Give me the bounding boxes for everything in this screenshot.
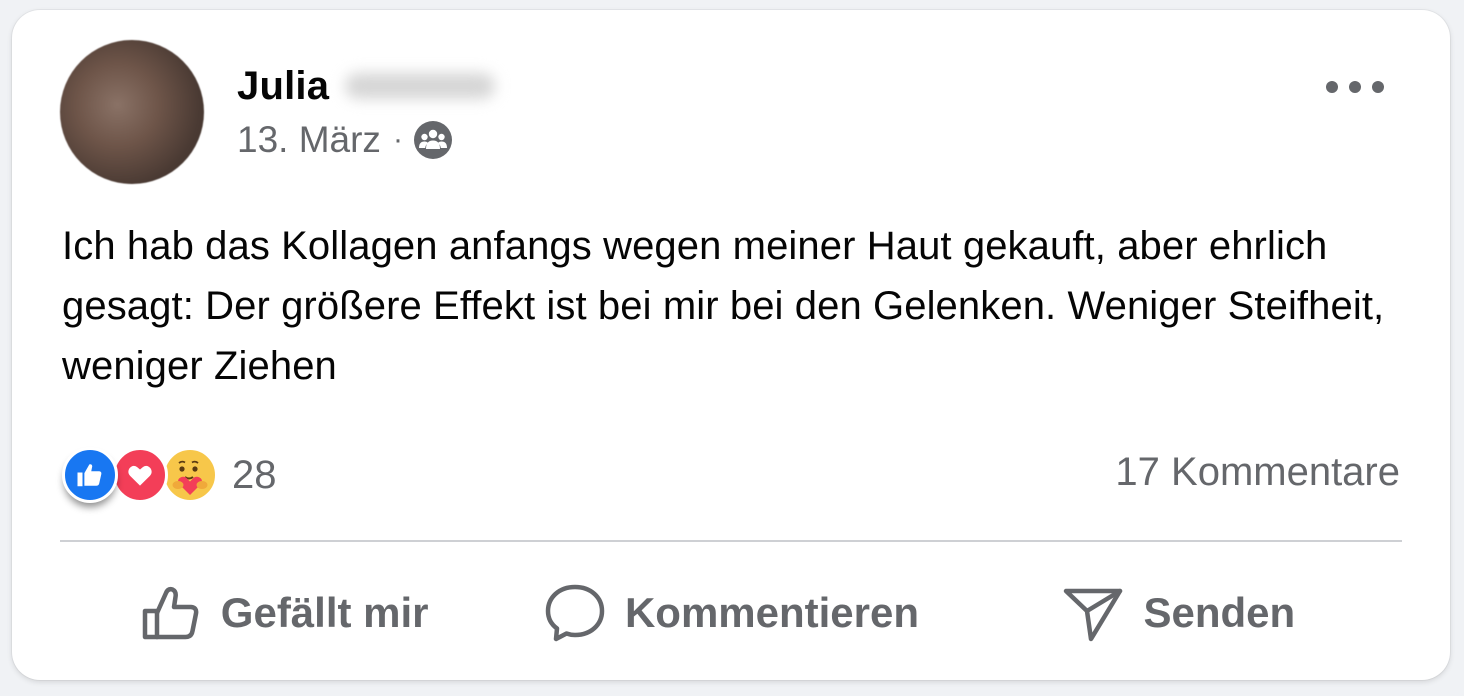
comment-bubble-icon xyxy=(545,584,605,642)
like-button[interactable]: Gefällt mir xyxy=(60,550,507,676)
post-text: Ich hab das Kollagen anfangs wegen meine… xyxy=(62,224,1385,388)
send-button[interactable]: Senden xyxy=(955,550,1402,676)
post-meta: 13. März · xyxy=(237,118,453,162)
author-avatar[interactable] xyxy=(60,40,204,184)
love-reaction-icon xyxy=(112,447,168,503)
post-date[interactable]: 13. März xyxy=(237,119,381,161)
like-reaction-icon xyxy=(62,447,118,503)
thumbs-up-icon xyxy=(142,586,199,640)
reactions-summary[interactable]: 28 xyxy=(62,445,277,505)
send-icon xyxy=(1064,588,1123,642)
comment-button-label: Kommentieren xyxy=(624,589,920,636)
divider xyxy=(60,540,1402,542)
more-horizontal-icon xyxy=(1326,81,1338,93)
meta-separator: · xyxy=(392,123,403,156)
comments-count[interactable]: 17 Kommentare xyxy=(1115,450,1400,495)
author-name[interactable]: Julia xyxy=(237,64,329,109)
reaction-count: 28 xyxy=(232,452,277,497)
like-button-label: Gefällt mir xyxy=(220,589,429,636)
more-options-button[interactable] xyxy=(1326,72,1384,102)
author-row: Julia xyxy=(237,62,496,110)
send-button-label: Senden xyxy=(1143,589,1296,636)
more-horizontal-icon xyxy=(1372,81,1384,93)
care-reaction-icon xyxy=(162,447,218,503)
more-horizontal-icon xyxy=(1349,81,1361,93)
post-card: Julia 13. März · Ich hab das Kollagen an… xyxy=(12,10,1450,680)
comment-button[interactable]: Kommentieren xyxy=(507,550,954,676)
action-bar: Gefällt mir Kommentieren Senden xyxy=(60,550,1402,676)
friends-icon[interactable] xyxy=(413,120,453,160)
author-surname-blurred xyxy=(345,73,496,99)
